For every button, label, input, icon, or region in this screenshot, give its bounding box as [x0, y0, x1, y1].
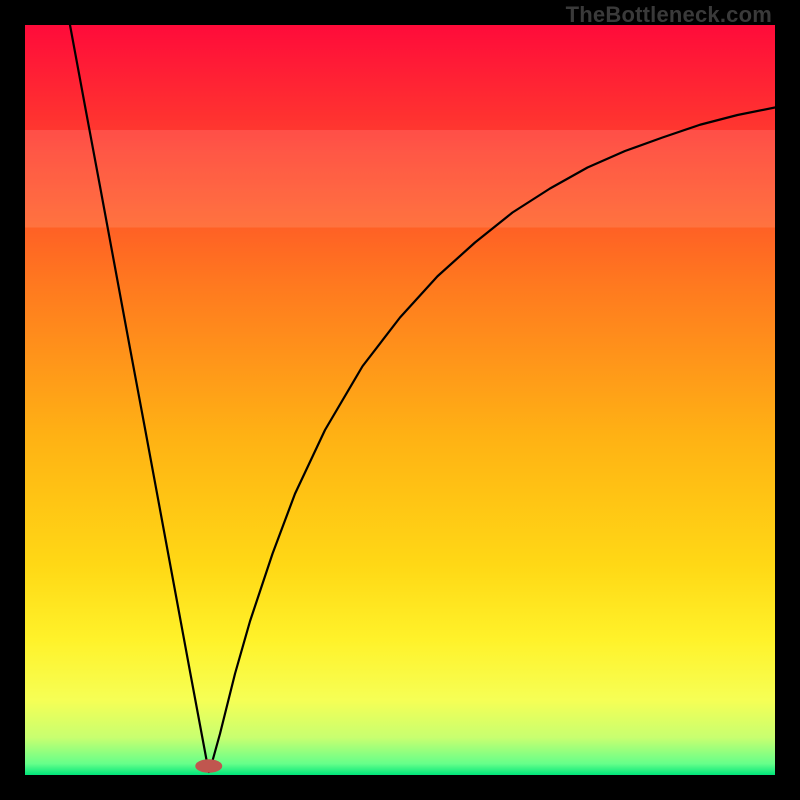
chart-frame: [25, 25, 775, 775]
minimum-marker: [195, 759, 222, 773]
chart-svg: [25, 25, 775, 775]
haze-band: [25, 130, 775, 228]
